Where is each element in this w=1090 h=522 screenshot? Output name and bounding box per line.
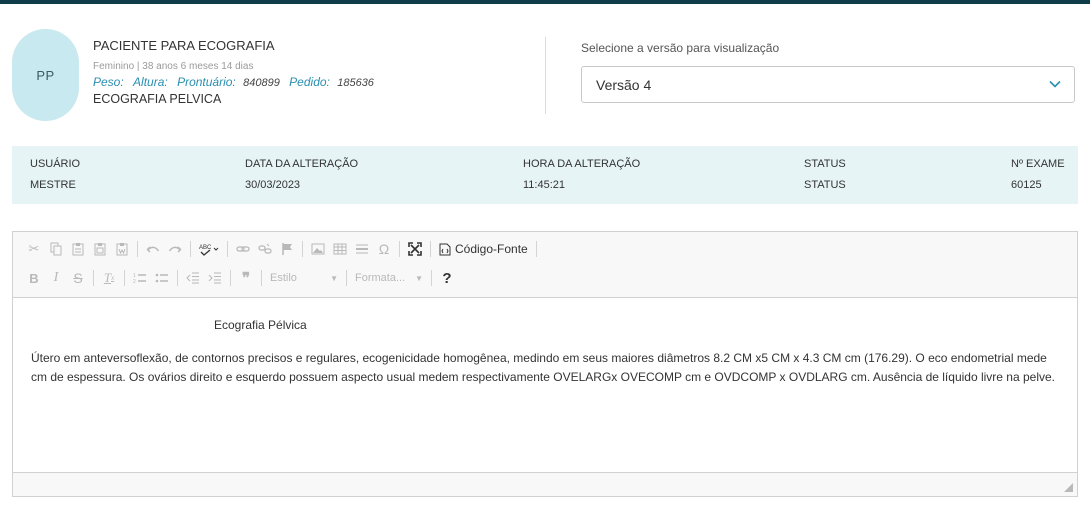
info-col-hora: HORA DA ALTERAÇÃO 11:45:21 xyxy=(523,158,640,191)
info-col-status: STATUS STATUS xyxy=(804,158,846,191)
editor-toolbar: ✂ ABC Ω Código-Fonte B I S T x 1 2 ❞ Est… xyxy=(13,232,1077,298)
table-icon[interactable] xyxy=(329,238,351,260)
version-select[interactable]: Versão 4 xyxy=(581,66,1075,103)
toolbar-separator xyxy=(177,270,178,286)
maximize-icon[interactable] xyxy=(404,238,426,260)
info-value: 11:45:21 xyxy=(523,179,566,191)
info-value: 60125 xyxy=(1011,179,1042,191)
info-col-exame: Nº EXAME 60125 xyxy=(1011,158,1065,191)
paste-icon[interactable] xyxy=(67,238,89,260)
toolbar-separator xyxy=(261,270,262,286)
toolbar-separator xyxy=(124,270,125,286)
help-icon[interactable]: ? xyxy=(436,267,458,289)
report-body: Útero em anteversoflexão, de contornos p… xyxy=(31,351,1056,384)
info-header: STATUS xyxy=(804,158,846,170)
pedido-label: Pedido: xyxy=(289,75,330,89)
bulleted-list-icon[interactable] xyxy=(151,267,173,289)
spellcheck-icon[interactable]: ABC xyxy=(195,238,223,260)
header-divider xyxy=(545,37,546,114)
avatar-initials: PP xyxy=(36,67,55,83)
toolbar-separator xyxy=(227,241,228,257)
editor-content[interactable]: Ecografia Pélvica Útero em anteversoflex… xyxy=(31,318,1059,387)
paste-word-icon[interactable] xyxy=(111,238,133,260)
source-icon xyxy=(439,243,451,255)
toolbar-separator xyxy=(190,241,191,257)
blockquote-icon[interactable]: ❞ xyxy=(235,267,257,289)
peso-label: Peso: xyxy=(93,75,124,89)
info-value: MESTRE xyxy=(30,179,76,191)
chevron-down-icon: ▼ xyxy=(330,273,338,283)
patient-exam: ECOGRAFIA PELVICA xyxy=(93,92,222,106)
toolbar-row-1: ✂ ABC Ω Código-Fonte xyxy=(23,238,541,260)
resize-handle-icon[interactable] xyxy=(1064,483,1073,492)
patient-details: Peso: Altura: Prontuário: 840899 Pedido:… xyxy=(93,75,380,89)
cut-icon[interactable]: ✂ xyxy=(23,238,45,260)
special-char-icon[interactable]: Ω xyxy=(373,238,395,260)
info-value: 30/03/2023 xyxy=(245,179,301,191)
strike-icon[interactable]: S xyxy=(67,267,89,289)
toolbar-row-2: B I S Tx 12 ❞ Estilo ▼ Formata... ▼ ? xyxy=(23,267,458,289)
redo-icon[interactable] xyxy=(164,238,186,260)
chevron-down-icon: ▼ xyxy=(415,273,423,283)
toolbar-separator xyxy=(137,241,138,257)
format-combo[interactable]: Formata... ▼ xyxy=(351,267,427,289)
horizontal-rule-icon[interactable] xyxy=(351,238,373,260)
top-bar xyxy=(0,0,1090,4)
bold-icon[interactable]: B xyxy=(23,267,45,289)
rich-text-editor: ✂ ABC Ω Código-Fonte B I S T x 1 2 ❞ Est… xyxy=(12,231,1078,497)
numbered-list-icon[interactable]: 12 xyxy=(129,267,151,289)
unlink-icon[interactable] xyxy=(254,238,276,260)
anchor-icon[interactable] xyxy=(276,238,298,260)
info-col-data: DATA DA ALTERAÇÃO 30/03/2023 xyxy=(245,158,358,191)
pedido-value: 185636 xyxy=(337,77,374,89)
chevron-down-icon xyxy=(1049,80,1061,88)
undo-icon[interactable] xyxy=(142,238,164,260)
outdent-icon[interactable] xyxy=(182,267,204,289)
patient-name: PACIENTE PARA ECOGRAFIA xyxy=(93,38,275,53)
indent-icon[interactable] xyxy=(204,267,226,289)
toolbar-separator xyxy=(430,241,431,257)
toolbar-separator xyxy=(93,270,94,286)
change-info-strip: USUÁRIO MESTRE DATA DA ALTERAÇÃO 30/03/2… xyxy=(12,146,1078,204)
remove-format-icon[interactable]: Tx xyxy=(98,267,120,289)
source-label: Código-Fonte xyxy=(455,242,528,256)
toolbar-separator xyxy=(431,270,432,286)
info-header: DATA DA ALTERAÇÃO xyxy=(245,158,359,170)
info-header: HORA DA ALTERAÇÃO xyxy=(523,158,641,170)
avatar: PP xyxy=(12,29,79,121)
prontuario-label: Prontuário: xyxy=(177,75,236,89)
info-col-usuario: USUÁRIO MESTRE xyxy=(30,158,80,191)
link-icon[interactable] xyxy=(232,238,254,260)
svg-text:2: 2 xyxy=(133,279,136,285)
patient-demographics: Feminino | 38 anos 6 meses 14 dias xyxy=(93,61,254,72)
toolbar-separator xyxy=(399,241,400,257)
info-header: USUÁRIO xyxy=(30,158,81,170)
toolbar-separator xyxy=(230,270,231,286)
style-combo[interactable]: Estilo ▼ xyxy=(266,267,342,289)
paste-text-icon[interactable] xyxy=(89,238,111,260)
version-label: Selecione a versão para visualização xyxy=(581,41,780,55)
prontuario-value: 840899 xyxy=(243,77,280,89)
info-value: STATUS xyxy=(804,179,846,191)
toolbar-separator xyxy=(302,241,303,257)
italic-icon[interactable]: I xyxy=(45,267,67,289)
image-icon[interactable] xyxy=(307,238,329,260)
patient-info: PACIENTE PARA ECOGRAFIA Feminino | 38 an… xyxy=(93,38,380,106)
toolbar-separator xyxy=(346,270,347,286)
report-title: Ecografia Pélvica xyxy=(214,318,307,332)
altura-label: Altura: xyxy=(133,75,168,89)
editor-footer xyxy=(13,472,1077,496)
toolbar-separator xyxy=(535,241,537,257)
version-selected-value: Versão 4 xyxy=(596,76,652,93)
source-button[interactable]: Código-Fonte xyxy=(435,238,532,260)
copy-icon[interactable] xyxy=(45,238,67,260)
info-header: Nº EXAME xyxy=(1011,158,1065,170)
format-combo-label: Formata... xyxy=(355,272,406,284)
style-combo-label: Estilo xyxy=(270,272,297,284)
